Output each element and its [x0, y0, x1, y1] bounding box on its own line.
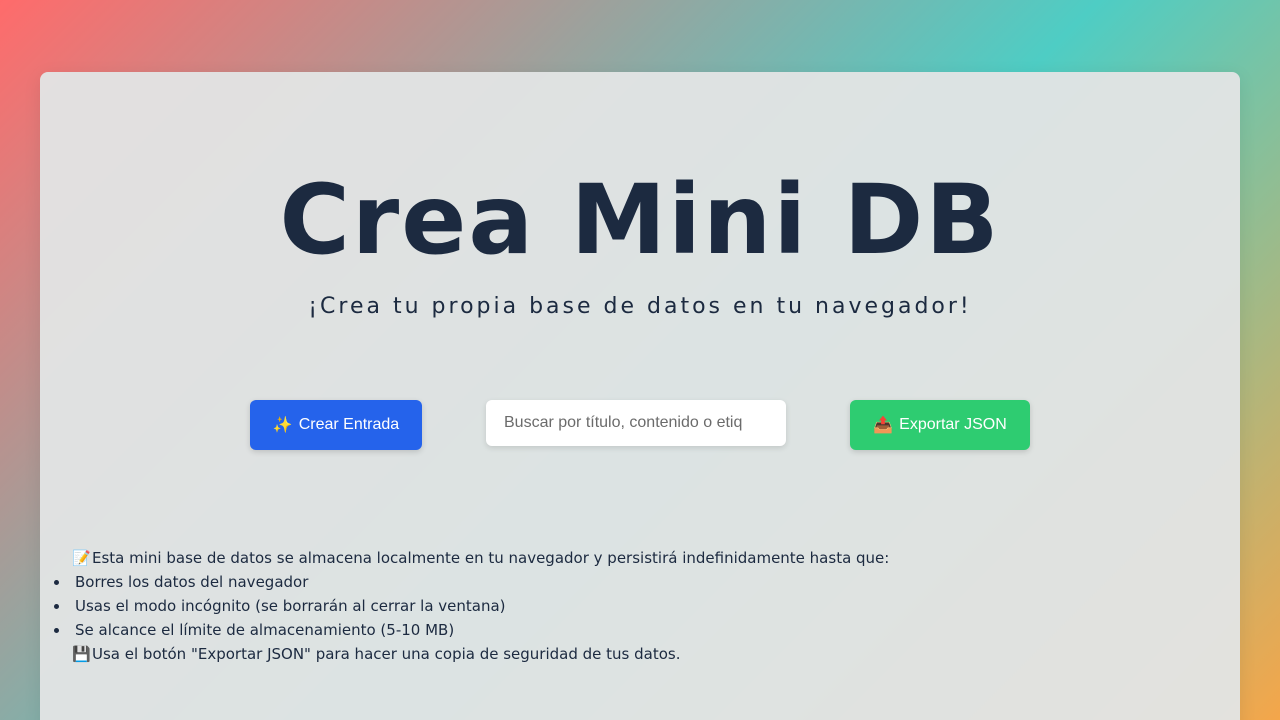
export-json-button[interactable]: 📤 Exportar JSON	[850, 400, 1030, 450]
info-list: Borres los datos del navegador Usas el m…	[54, 570, 1172, 642]
search-input[interactable]	[486, 400, 786, 446]
info-intro-text: Esta mini base de datos se almacena loca…	[92, 549, 890, 567]
sparkles-icon: ✨	[272, 417, 293, 434]
export-json-label: Exportar JSON	[899, 416, 1007, 433]
info-footer: 💾Usa el botón "Exportar JSON" para hacer…	[72, 642, 1172, 666]
floppy-disk-icon: 💾	[72, 645, 91, 663]
page-subtitle: ¡Crea tu propia base de datos en tu nave…	[308, 294, 972, 319]
page-title: Crea Mini DB	[279, 164, 1001, 276]
list-item: Borres los datos del navegador	[54, 570, 1172, 594]
memo-icon: 📝	[72, 549, 91, 567]
create-entry-label: Crear Entrada	[298, 416, 400, 433]
info-intro: 📝Esta mini base de datos se almacena loc…	[72, 546, 1172, 570]
main-card: Crea Mini DB ¡Crea tu propia base de dat…	[40, 72, 1240, 720]
storage-info: 📝Esta mini base de datos se almacena loc…	[72, 546, 1172, 666]
list-item: Usas el modo incógnito (se borrarán al c…	[54, 594, 1172, 618]
info-footer-text: Usa el botón "Exportar JSON" para hacer …	[92, 645, 681, 663]
list-item: Se alcance el límite de almacenamiento (…	[54, 618, 1172, 642]
create-entry-button[interactable]: ✨ Crear Entrada	[250, 400, 422, 450]
outbox-tray-icon: 📤	[873, 417, 894, 434]
